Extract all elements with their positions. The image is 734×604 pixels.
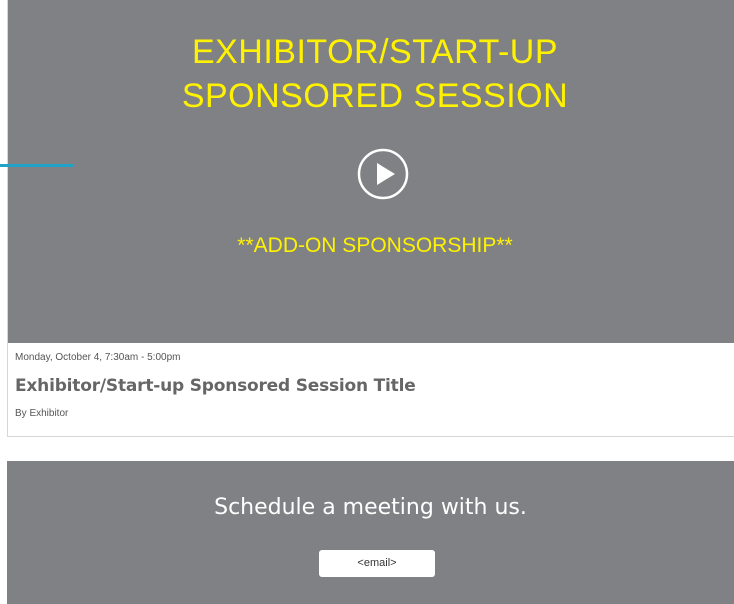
- video-subtitle: **ADD-ON SPONSORSHIP**: [237, 234, 513, 257]
- session-date: Monday, October 4, 7:30am - 5:00pm: [15, 352, 181, 363]
- play-icon[interactable]: [357, 148, 409, 200]
- video-title-line2: SPONSORED SESSION: [181, 77, 569, 115]
- meeting-panel: Schedule a meeting with us. <email>: [7, 461, 734, 604]
- accent-line: [0, 164, 74, 167]
- video-title-line1: EXHIBITOR/START-UP: [191, 33, 559, 71]
- session-card: EXHIBITOR/START-UP SPONSORED SESSION **A…: [7, 0, 734, 437]
- video-player[interactable]: EXHIBITOR/START-UP SPONSORED SESSION **A…: [8, 0, 734, 343]
- session-byline: By Exhibitor: [15, 408, 69, 419]
- session-info: Monday, October 4, 7:30am - 5:00pm Exhib…: [8, 343, 734, 437]
- video-title: EXHIBITOR/START-UP SPONSORED SESSION: [8, 30, 734, 118]
- session-title[interactable]: Exhibitor/Start-up Sponsored Session Tit…: [15, 376, 416, 396]
- meeting-heading: Schedule a meeting with us.: [214, 495, 527, 520]
- email-button[interactable]: <email>: [319, 550, 435, 577]
